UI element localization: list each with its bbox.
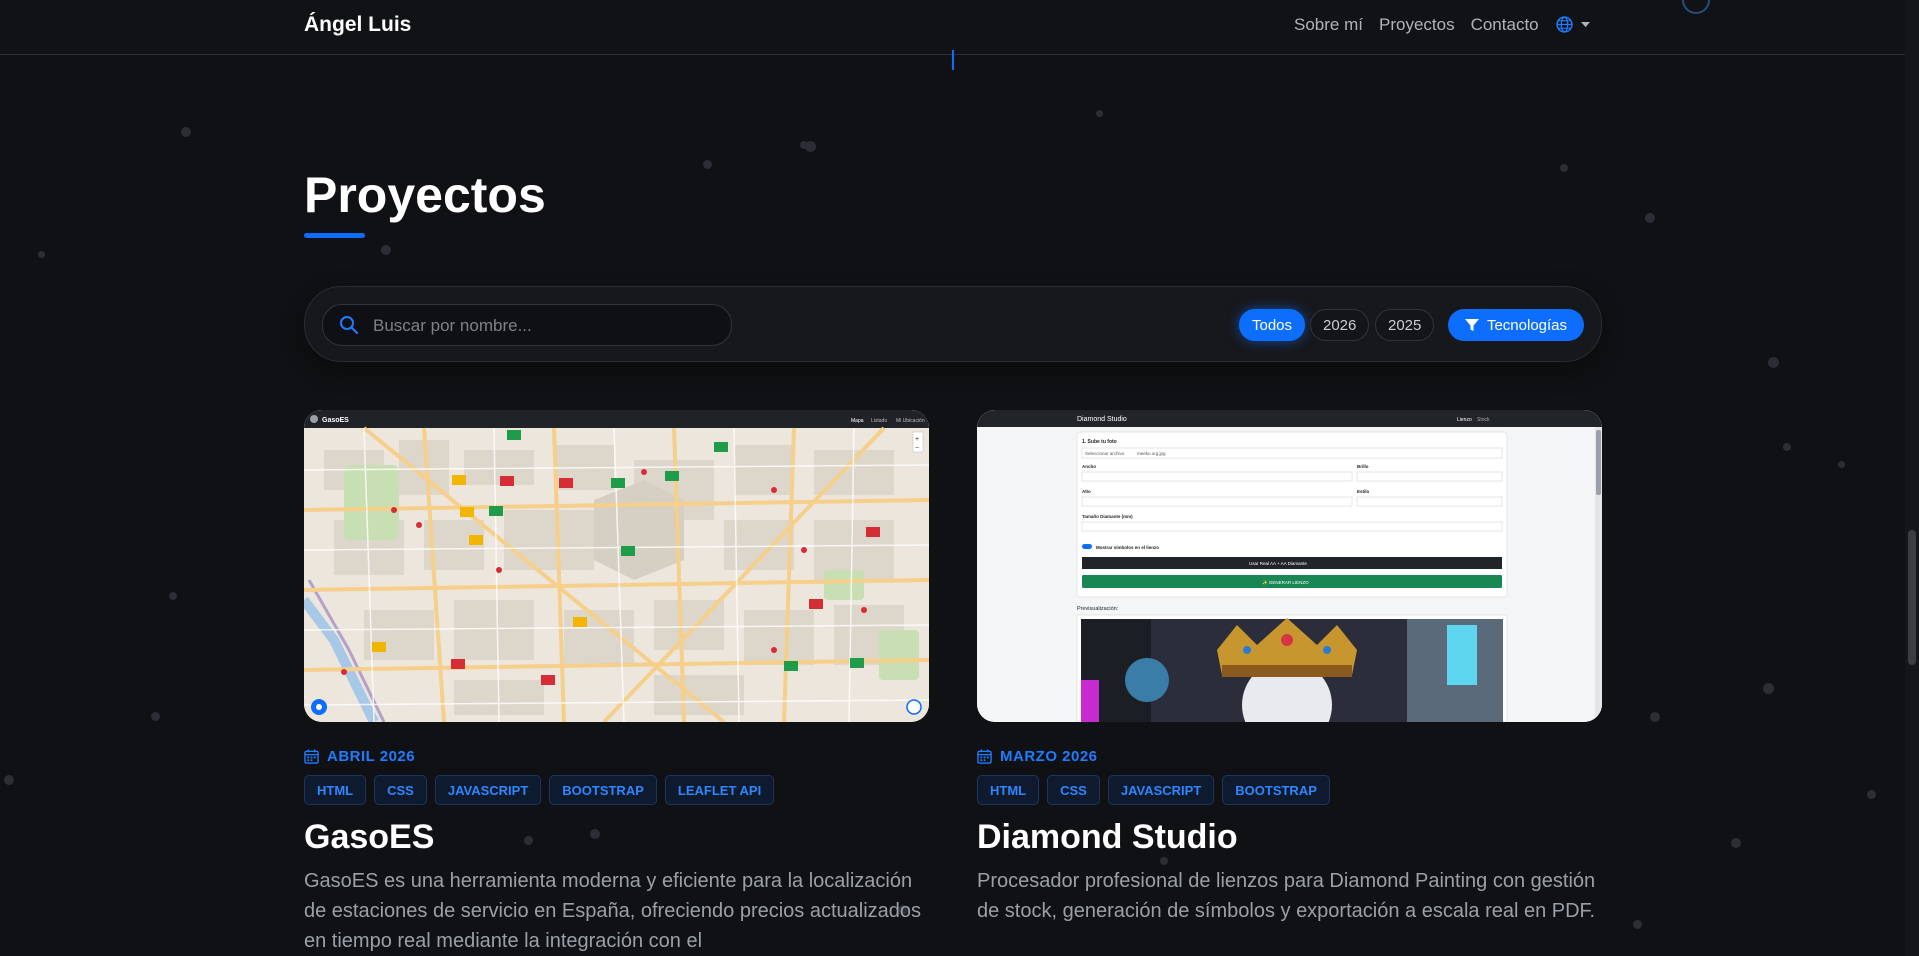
preview-brand: Diamond Studio (1077, 416, 1127, 423)
project-thumbnail[interactable]: Diamond Studio Lienzo Stock 1. Sube tu f… (977, 410, 1602, 722)
theme-toggle-icon[interactable] (1682, 0, 1710, 14)
preview-label: Previsualización: (1077, 606, 1119, 612)
project-date-text: ABRIL 2026 (327, 748, 416, 765)
svg-text:−: − (915, 445, 919, 452)
filter-year-2026[interactable]: 2026 (1310, 309, 1370, 341)
project-description: GasoES es una herramienta moderna y efic… (304, 870, 922, 952)
top-navbar: Ángel Luis Sobre mí Proyectos Contacto (0, 0, 1905, 55)
search-box (322, 304, 732, 346)
preview-nav-listado: Listado (871, 418, 887, 424)
calendar-icon (304, 749, 319, 764)
preview-field-tamano: Tamaño Diamante (mm) (1082, 514, 1133, 519)
tag-leaflet-api: LEAFLET API (664, 775, 775, 805)
map-screenshot: GasoES Mapa Listado Mi Ubicación + − (304, 410, 929, 722)
preview-field-alto: Alto (1082, 489, 1091, 494)
nav-link-sobre-mi[interactable]: Sobre mí (1294, 15, 1363, 35)
filter-year-2025[interactable]: 2025 (1375, 309, 1435, 341)
project-description: Procesador profesional de lienzos para D… (977, 870, 1596, 922)
technologies-filter-button[interactable]: Tecnologías (1448, 309, 1584, 341)
search-icon (340, 316, 358, 334)
tag-css: CSS (1047, 775, 1100, 805)
nav-links: Sobre mí Proyectos Contacto (1294, 15, 1539, 35)
tag-html: HTML (977, 775, 1040, 805)
globe-icon (1556, 16, 1573, 33)
caret-down-icon (1581, 21, 1590, 27)
project-date: ABRIL 2026 (304, 748, 415, 765)
svg-text:+: + (915, 436, 919, 443)
app-screenshot: Diamond Studio Lienzo Stock 1. Sube tu f… (977, 410, 1602, 722)
tag-bootstrap: BOOTSTRAP (549, 775, 657, 805)
preview-step: 1. Sube tu foto (1082, 439, 1117, 445)
preview-nav-mapa: Mapa (851, 418, 864, 424)
tag-css: CSS (374, 775, 427, 805)
brand-logo[interactable]: Ángel Luis (304, 13, 411, 37)
preview-nav-lienzo: Lienzo (1457, 417, 1472, 423)
preview-field-estilo: Estilo (1357, 489, 1370, 494)
nav-link-contacto[interactable]: Contacto (1471, 15, 1539, 35)
project-thumbnail[interactable]: GasoES Mapa Listado Mi Ubicación + − (304, 410, 929, 722)
preview-field-ancho: Ancho (1082, 464, 1096, 469)
section-title: Proyectos (304, 167, 546, 223)
project-card-gasoes: GasoES Mapa Listado Mi Ubicación + − ABR… (304, 410, 929, 952)
preview-nav-stock: Stock (1477, 417, 1490, 423)
filter-year-todos[interactable]: Todos (1239, 309, 1306, 341)
tag-javascript: JAVASCRIPT (434, 775, 542, 805)
project-card-diamond-studio: Diamond Studio Lienzo Stock 1. Sube tu f… (977, 410, 1602, 922)
nav-link-proyectos[interactable]: Proyectos (1379, 15, 1455, 35)
preview-field-brillo: Brillo (1357, 464, 1369, 469)
language-dropdown[interactable] (1556, 16, 1590, 33)
preview-file-name: meeko.org.jpg (1137, 451, 1166, 456)
page-scrollbar[interactable] (1905, 0, 1919, 956)
project-tags: HTML CSS JAVASCRIPT BOOTSTRAP LEAFLET AP… (304, 775, 775, 805)
title-underline (304, 233, 365, 238)
project-title[interactable]: Diamond Studio (977, 818, 1238, 857)
project-date-text: MARZO 2026 (1000, 748, 1098, 765)
preview-dark-button: Usar Real AA + AA Diamante (1249, 561, 1307, 566)
project-title[interactable]: GasoES (304, 818, 434, 857)
filter-icon (1464, 319, 1479, 331)
preview-generate-button: ✨ GENERAR LIENZO (1262, 580, 1309, 585)
project-date: MARZO 2026 (977, 748, 1098, 765)
tag-javascript: JAVASCRIPT (1107, 775, 1215, 805)
preview-file-button: Seleccionar archivo (1085, 451, 1125, 456)
search-input[interactable] (371, 313, 715, 339)
scrollbar-thumb[interactable] (1908, 530, 1916, 665)
scroll-indicator (952, 50, 954, 70)
tag-bootstrap: BOOTSTRAP (1222, 775, 1330, 805)
preview-brand: GasoES (322, 417, 349, 424)
technologies-filter-label: Tecnologías (1486, 316, 1568, 334)
filter-bar: Todos 2026 2025 Tecnologías (304, 286, 1602, 362)
preview-nav-ubicacion: Mi Ubicación (896, 418, 925, 424)
calendar-icon (977, 749, 992, 764)
project-tags: HTML CSS JAVASCRIPT BOOTSTRAP (977, 775, 1330, 805)
preview-toggle-label: Mostrar símbolos en el lienzo (1096, 545, 1159, 550)
tag-html: HTML (304, 775, 367, 805)
